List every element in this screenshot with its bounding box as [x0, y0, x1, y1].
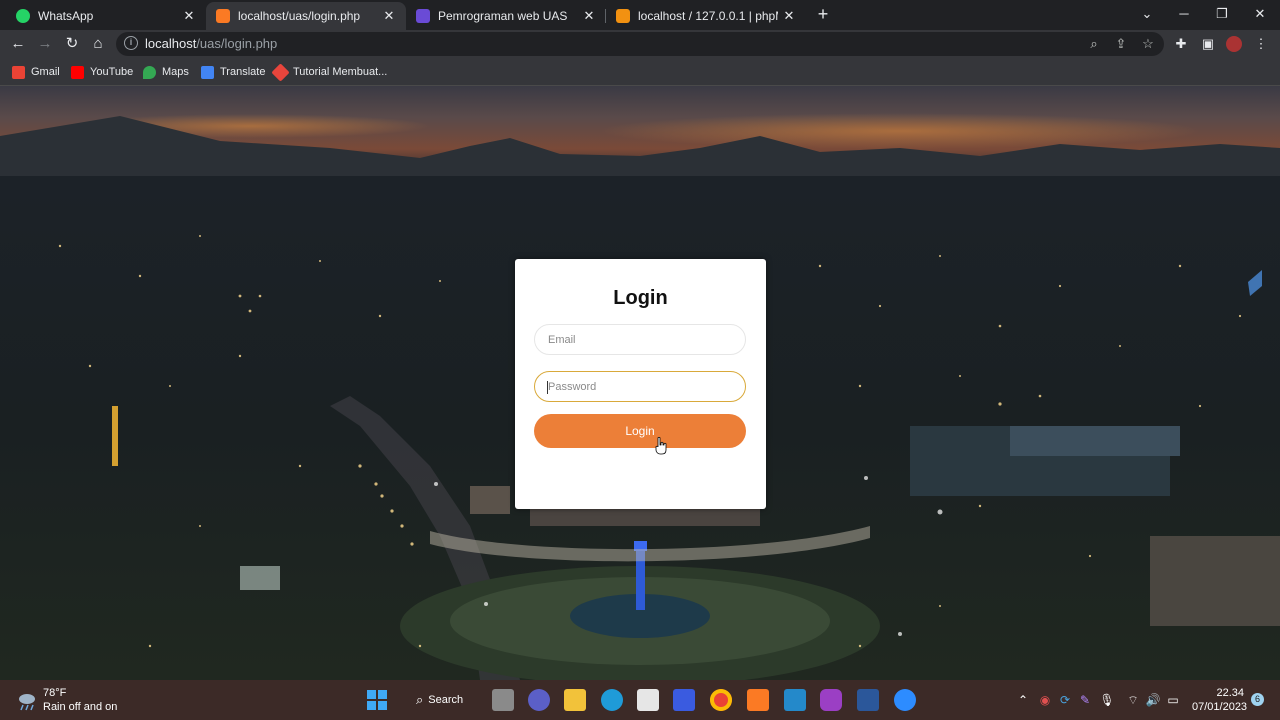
tab-label: localhost / 127.0.0.1 | phpMyAdmin [638, 9, 778, 23]
forms-icon [416, 9, 430, 23]
close-icon[interactable]: ✕ [182, 8, 196, 24]
bookmark-label: Translate [220, 66, 266, 78]
translate-icon [201, 65, 214, 79]
login-card: Login Login [515, 259, 766, 509]
new-tab-button[interactable]: + [814, 4, 832, 24]
maximize-button[interactable]: ❐ [1212, 4, 1232, 24]
wifi-icon[interactable]: ⌔ [1124, 691, 1142, 709]
gmail-icon [12, 65, 25, 79]
notification-badge[interactable]: 6 [1251, 693, 1264, 706]
reload-icon[interactable]: ↻ [62, 34, 82, 54]
browser-chrome: WhatsApp ✕ localhost/uas/login.php ✕ Pem… [0, 0, 1280, 86]
maps-icon [143, 65, 156, 79]
minimize-button[interactable]: ─ [1174, 4, 1194, 24]
site-info-icon[interactable]: i [124, 36, 138, 50]
side-panel-icon[interactable]: ▣ [1200, 36, 1216, 52]
store-icon[interactable] [637, 689, 659, 711]
close-icon[interactable]: ✕ [382, 8, 396, 24]
bookmark-maps[interactable]: Maps [143, 64, 189, 80]
email-field[interactable] [534, 324, 746, 355]
xampp-icon [216, 9, 230, 23]
vscode-icon[interactable] [784, 689, 806, 711]
whatsapp-icon [16, 9, 30, 23]
microphone-icon[interactable]: 🎙 [1098, 691, 1116, 709]
word-icon[interactable] [857, 689, 879, 711]
bookmark-label: Gmail [31, 66, 60, 78]
profile-avatar[interactable] [1226, 36, 1242, 52]
search-icon: ⌕ [416, 692, 424, 707]
url-text[interactable]: localhost/uas/login.php [145, 36, 277, 51]
pdf-app-icon[interactable] [820, 689, 842, 711]
bookmark-translate[interactable]: Translate [201, 64, 265, 80]
clock-date: 07/01/2023 [1192, 701, 1248, 713]
tab-label: Pemrograman web UAS [438, 9, 568, 23]
hand-cursor-icon [655, 437, 667, 455]
close-icon[interactable]: ✕ [582, 8, 596, 24]
task-view-icon[interactable] [492, 689, 514, 711]
tab-pemrograman[interactable]: Pemrograman web UAS ✕ [406, 2, 606, 30]
bookmark-label: Tutorial Membuat... [293, 66, 388, 78]
sync-icon[interactable]: ⟳ [1056, 691, 1074, 709]
menu-icon[interactable]: ⋮ [1253, 36, 1269, 52]
battery-icon[interactable]: ▭ [1164, 691, 1182, 709]
taskbar: 78°F Rain off and on ⌕ Search ⌃ ◉ ⟳ ✎ 🎙 … [0, 680, 1280, 720]
close-icon[interactable]: ✕ [782, 8, 796, 24]
pen-icon[interactable]: ✎ [1076, 691, 1094, 709]
share-icon[interactable]: ⇪ [1113, 36, 1129, 52]
clock[interactable]: 22.34 07/01/2023 [1192, 686, 1248, 714]
taskbar-search[interactable]: ⌕ Search [404, 687, 482, 713]
bookmark-tutorial[interactable]: Tutorial Membuat... [271, 62, 388, 82]
bookmark-gmail[interactable]: Gmail [12, 64, 60, 80]
windows-start-icon[interactable] [366, 689, 388, 711]
chrome-icon[interactable] [710, 689, 732, 711]
tab-phpmyadmin[interactable]: localhost / 127.0.0.1 | phpMyAdmin ✕ [606, 2, 806, 30]
clock-time: 22.34 [1216, 687, 1244, 699]
edge-icon[interactable] [601, 689, 623, 711]
home-icon[interactable]: ⌂ [88, 34, 108, 54]
zoom-icon[interactable]: ⌕ [1086, 36, 1102, 52]
page-viewport: Login Login [0, 86, 1280, 680]
extensions-icon[interactable]: ✚ [1173, 36, 1189, 52]
bookmark-label: YouTube [90, 66, 134, 78]
bookmarks-bar: Gmail YouTube Maps Translate Tutorial Me… [0, 58, 1280, 86]
forward-icon[interactable]: → [35, 34, 55, 54]
tab-label: WhatsApp [38, 9, 94, 23]
login-button[interactable]: Login [534, 414, 746, 448]
text-caret [547, 381, 548, 394]
address-bar[interactable]: i localhost/uas/login.php ⌕ ⇪ ☆ [116, 32, 1164, 56]
url-path: /uas/login.php [196, 36, 278, 51]
tab-strip: WhatsApp ✕ localhost/uas/login.php ✕ Pem… [0, 0, 1280, 30]
volume-icon[interactable]: 🔊 [1144, 691, 1162, 709]
tab-label: localhost/uas/login.php [238, 9, 361, 23]
url-host: localhost [145, 36, 197, 51]
search-label: Search [428, 694, 464, 706]
back-icon[interactable]: ← [8, 34, 28, 54]
weather-temp: 78°F [43, 687, 67, 699]
app-icon[interactable] [673, 689, 695, 711]
tab-login[interactable]: localhost/uas/login.php ✕ [206, 2, 406, 30]
bookmark-site-icon [271, 62, 290, 82]
file-explorer-icon[interactable] [564, 689, 586, 711]
close-window-button[interactable]: ✕ [1250, 4, 1270, 24]
xampp-icon[interactable] [747, 689, 769, 711]
rain-cloud-icon [19, 694, 35, 711]
youtube-icon [71, 65, 84, 79]
phpmyadmin-icon [616, 9, 630, 23]
toolbar: ← → ↻ ⌂ i localhost/uas/login.php ⌕ ⇪ ☆ … [0, 30, 1280, 58]
tab-whatsapp[interactable]: WhatsApp ✕ [6, 2, 206, 30]
star-icon[interactable]: ☆ [1140, 36, 1156, 52]
password-field[interactable] [534, 371, 746, 402]
chat-icon[interactable] [528, 689, 550, 711]
tab-search-icon[interactable]: ⌄ [1137, 4, 1157, 24]
bookmark-label: Maps [162, 66, 189, 78]
tray-app-icon[interactable]: ◉ [1036, 691, 1054, 709]
weather-description: Rain off and on [43, 701, 118, 713]
bookmark-youtube[interactable]: YouTube [71, 64, 133, 80]
zoom-app-icon[interactable] [894, 689, 916, 711]
login-title: Login [613, 287, 668, 309]
show-hidden-icons[interactable]: ⌃ [1014, 691, 1032, 709]
